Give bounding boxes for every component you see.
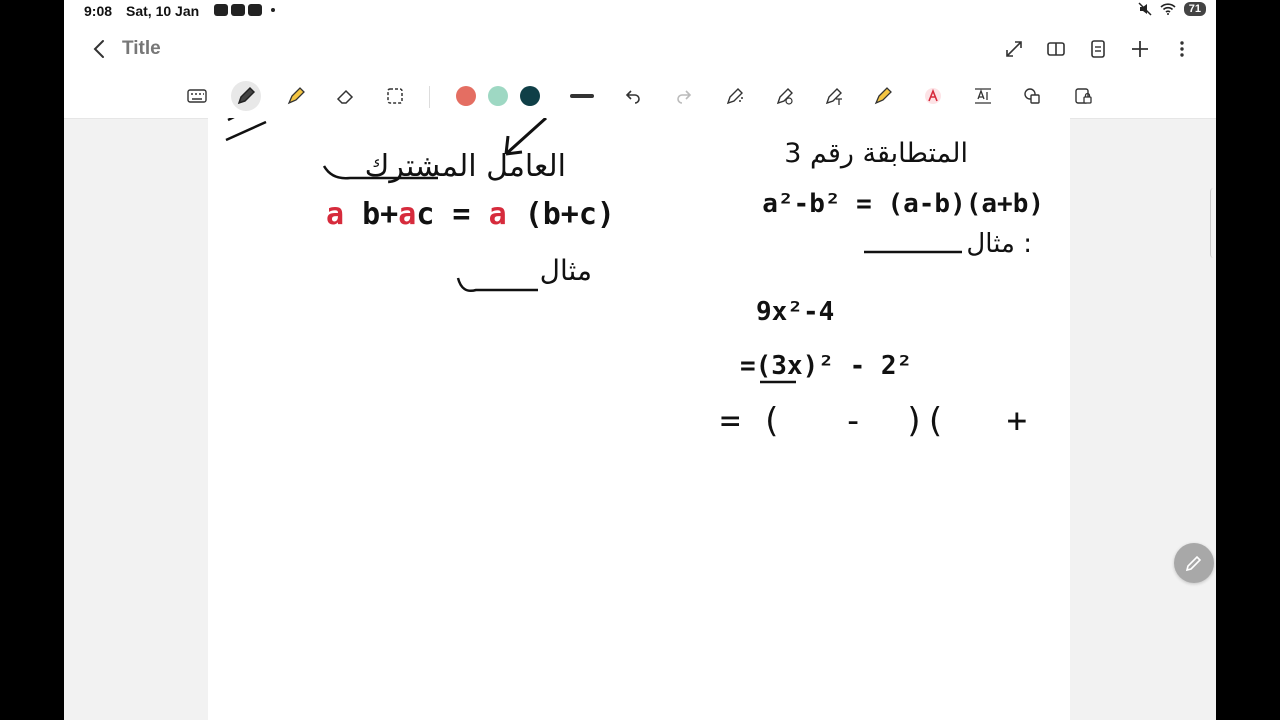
chevron-left-icon (93, 40, 104, 58)
add-icon (1132, 41, 1148, 57)
right-formula: a²-b² = (a-b)(a+b) (762, 189, 1044, 219)
battery-level: 71 (1183, 2, 1206, 16)
color-swatch-coral[interactable] (456, 86, 476, 106)
spray-pen-icon (726, 88, 743, 105)
text-pen-tool[interactable] (819, 81, 849, 111)
toolbar-divider (429, 86, 430, 108)
status-date: Sat, 10 Jan (126, 3, 200, 19)
pen-tool[interactable] (231, 81, 261, 111)
page-scroll-handle[interactable] (1210, 188, 1216, 258)
note-page[interactable]: العامل المشترك a b+ac = a (b+c) مثال الم… (208, 118, 1070, 720)
shape-pen-tool[interactable] (770, 81, 800, 111)
work-line-3: = ( - )( + ) (720, 401, 1070, 441)
page-list-button[interactable] (1086, 36, 1110, 62)
right-heading: المتطابقة رقم 3 (784, 138, 968, 169)
app-window: 9:08 Sat, 10 Jan 71 Title العامل المشترك… (64, 0, 1216, 720)
status-app-icons (214, 4, 275, 16)
ink-stroke (456, 277, 538, 292)
book-icon (1047, 42, 1065, 56)
formula-factor-a: a (326, 197, 344, 232)
more-icon (1180, 41, 1184, 57)
left-example: مثال (540, 254, 592, 287)
drawing-toolbar (64, 76, 1216, 119)
formula-factor-a: a (398, 197, 416, 232)
highlighter-tool[interactable] (281, 81, 311, 111)
highlight-pen-icon (874, 87, 892, 105)
eraser-tool[interactable] (330, 81, 360, 111)
text-color-tool[interactable] (918, 81, 948, 111)
expand-button[interactable] (1002, 36, 1026, 62)
spray-pen-tool[interactable] (720, 81, 750, 111)
lasso-icon (387, 88, 403, 104)
keyboard-tool[interactable] (182, 81, 212, 111)
lock-tool[interactable] (1068, 81, 1098, 111)
redo-icon (677, 90, 692, 104)
edit-pen-button[interactable] (1174, 543, 1214, 583)
formula-factor-a: a (489, 197, 507, 232)
text-tool-icon (975, 88, 991, 104)
title-actions (1002, 36, 1194, 62)
formula-part: (b+c) (507, 197, 615, 232)
status-bar: 9:08 Sat, 10 Jan 71 (64, 0, 1216, 24)
pencil-icon (1185, 555, 1202, 572)
formula-part: c = (416, 197, 488, 232)
status-time: 9:08 (84, 3, 113, 19)
highlighter-icon (287, 87, 305, 105)
work-line-2: =(3x)² - 2² (740, 351, 912, 381)
keyboard-icon (187, 89, 207, 103)
screen-record-icon (214, 4, 228, 16)
color-swatch-mint[interactable] (488, 86, 508, 106)
text-tool[interactable] (968, 81, 998, 111)
redo-button[interactable] (669, 81, 699, 111)
eraser-icon (336, 89, 354, 104)
book-view-button[interactable] (1044, 36, 1068, 62)
pen-icon (237, 86, 256, 105)
youtube-icon (248, 4, 262, 16)
expand-icon (1006, 41, 1022, 57)
add-page-button[interactable] (1128, 36, 1152, 62)
lasso-tool[interactable] (380, 81, 410, 111)
youtube-icon (231, 4, 245, 16)
mute-icon (1138, 2, 1152, 16)
formula-part: b+ (344, 197, 398, 232)
undo-icon (625, 90, 640, 104)
text-pen-icon (825, 88, 842, 105)
handwriting-canvas: العامل المشترك a b+ac = a (b+c) مثال الم… (225, 118, 1070, 441)
work-line-1: 9x²-4 (756, 297, 834, 327)
shapes-tool[interactable] (1017, 81, 1047, 111)
status-right: 71 (1138, 2, 1206, 16)
more-button[interactable] (1170, 36, 1194, 62)
line-thickness-icon (570, 94, 594, 98)
stroke-width-tool[interactable] (567, 81, 597, 111)
highlight-pen-tool[interactable] (868, 81, 898, 111)
shape-pen-icon (776, 88, 793, 105)
ink-stroke (227, 118, 235, 122)
lock-icon (1075, 88, 1092, 104)
back-button[interactable] (88, 36, 112, 62)
page-title[interactable]: Title (122, 38, 161, 60)
wifi-icon (1160, 3, 1176, 15)
undo-button[interactable] (618, 81, 648, 111)
left-formula: a b+ac = a (b+c) (326, 197, 615, 232)
more-dot-icon (271, 8, 275, 12)
ink-stroke (225, 120, 267, 142)
title-bar: Title (64, 24, 1216, 76)
right-example: مثال : (966, 229, 1032, 259)
shapes-icon (1024, 88, 1040, 104)
color-swatch-teal[interactable] (520, 86, 540, 106)
text-color-icon (925, 88, 941, 104)
page-list-icon (1091, 40, 1105, 58)
